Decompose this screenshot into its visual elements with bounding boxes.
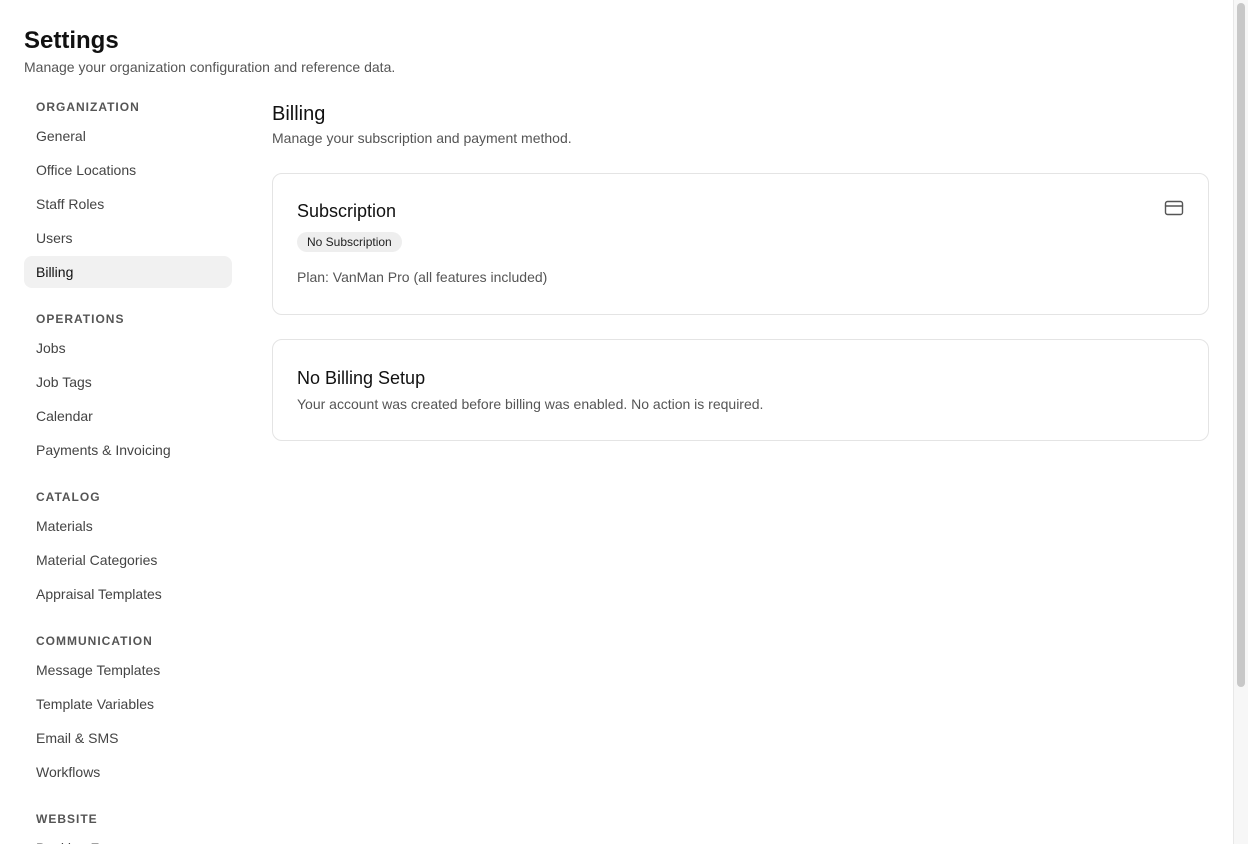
- section-title: Billing: [272, 103, 326, 125]
- sidebar-item-payments-invoicing[interactable]: Payments & Invoicing: [24, 434, 232, 466]
- subscription-title: Subscription: [297, 201, 397, 221]
- sidebar-item-email-sms[interactable]: Email & SMS: [24, 722, 232, 754]
- scrollbar-thumb[interactable]: [1237, 3, 1245, 687]
- sidebar-section-communication: COMMUNICATION Message Templates Template…: [24, 630, 232, 788]
- sidebar-item-booking-form[interactable]: Booking Form: [24, 832, 232, 844]
- page-title: Settings: [24, 27, 119, 54]
- page-scrollbar[interactable]: [1233, 0, 1248, 844]
- status-badge: No Subscription: [297, 232, 402, 252]
- sidebar-item-appraisal-templates[interactable]: Appraisal Templates: [24, 578, 232, 610]
- sidebar-section-label: OPERATIONS: [36, 312, 125, 326]
- page-subtitle: Manage your organization configuration a…: [24, 59, 396, 75]
- sidebar-item-message-templates[interactable]: Message Templates: [24, 654, 232, 686]
- sidebar-item-material-categories[interactable]: Material Categories: [24, 544, 232, 576]
- sidebar-item-billing[interactable]: Billing: [24, 256, 232, 288]
- credit-card-icon: [1164, 200, 1184, 216]
- sidebar-item-job-tags[interactable]: Job Tags: [24, 366, 232, 398]
- plan-text: Plan: VanMan Pro (all features included): [297, 269, 548, 285]
- no-billing-card: No Billing Setup Your account was create…: [272, 339, 1209, 441]
- sidebar-section-operations: OPERATIONS Jobs Job Tags Calendar Paymen…: [24, 308, 232, 466]
- sidebar-section-organization: ORGANIZATION General Office Locations St…: [24, 96, 232, 288]
- subscription-card: Subscription No Subscription Plan: VanMa…: [272, 173, 1209, 315]
- sidebar-item-materials[interactable]: Materials: [24, 510, 232, 542]
- no-billing-title: No Billing Setup: [297, 368, 426, 388]
- settings-sidebar: ORGANIZATION General Office Locations St…: [24, 96, 232, 844]
- sidebar-item-template-variables[interactable]: Template Variables: [24, 688, 232, 720]
- sidebar-section-catalog: CATALOG Materials Material Categories Ap…: [24, 486, 232, 610]
- sidebar-section-label: CATALOG: [36, 490, 101, 504]
- section-subtitle: Manage your subscription and payment met…: [272, 130, 572, 146]
- sidebar-item-workflows[interactable]: Workflows: [24, 756, 232, 788]
- settings-page: Settings Manage your organization config…: [0, 0, 1248, 844]
- sidebar-item-office-locations[interactable]: Office Locations: [24, 154, 232, 186]
- sidebar-section-label: WEBSITE: [36, 812, 98, 826]
- sidebar-section-label: ORGANIZATION: [36, 100, 140, 114]
- billing-content: Billing Manage your subscription and pay…: [272, 102, 1209, 441]
- no-billing-description: Your account was created before billing …: [297, 396, 764, 412]
- sidebar-section-label: COMMUNICATION: [36, 634, 153, 648]
- sidebar-item-calendar[interactable]: Calendar: [24, 400, 232, 432]
- sidebar-item-jobs[interactable]: Jobs: [24, 332, 232, 364]
- sidebar-item-users[interactable]: Users: [24, 222, 232, 254]
- sidebar-section-website: WEBSITE Booking Form: [24, 808, 232, 844]
- page-header: Settings Manage your organization config…: [24, 26, 395, 76]
- sidebar-item-general[interactable]: General: [24, 120, 232, 152]
- sidebar-item-staff-roles[interactable]: Staff Roles: [24, 188, 232, 220]
